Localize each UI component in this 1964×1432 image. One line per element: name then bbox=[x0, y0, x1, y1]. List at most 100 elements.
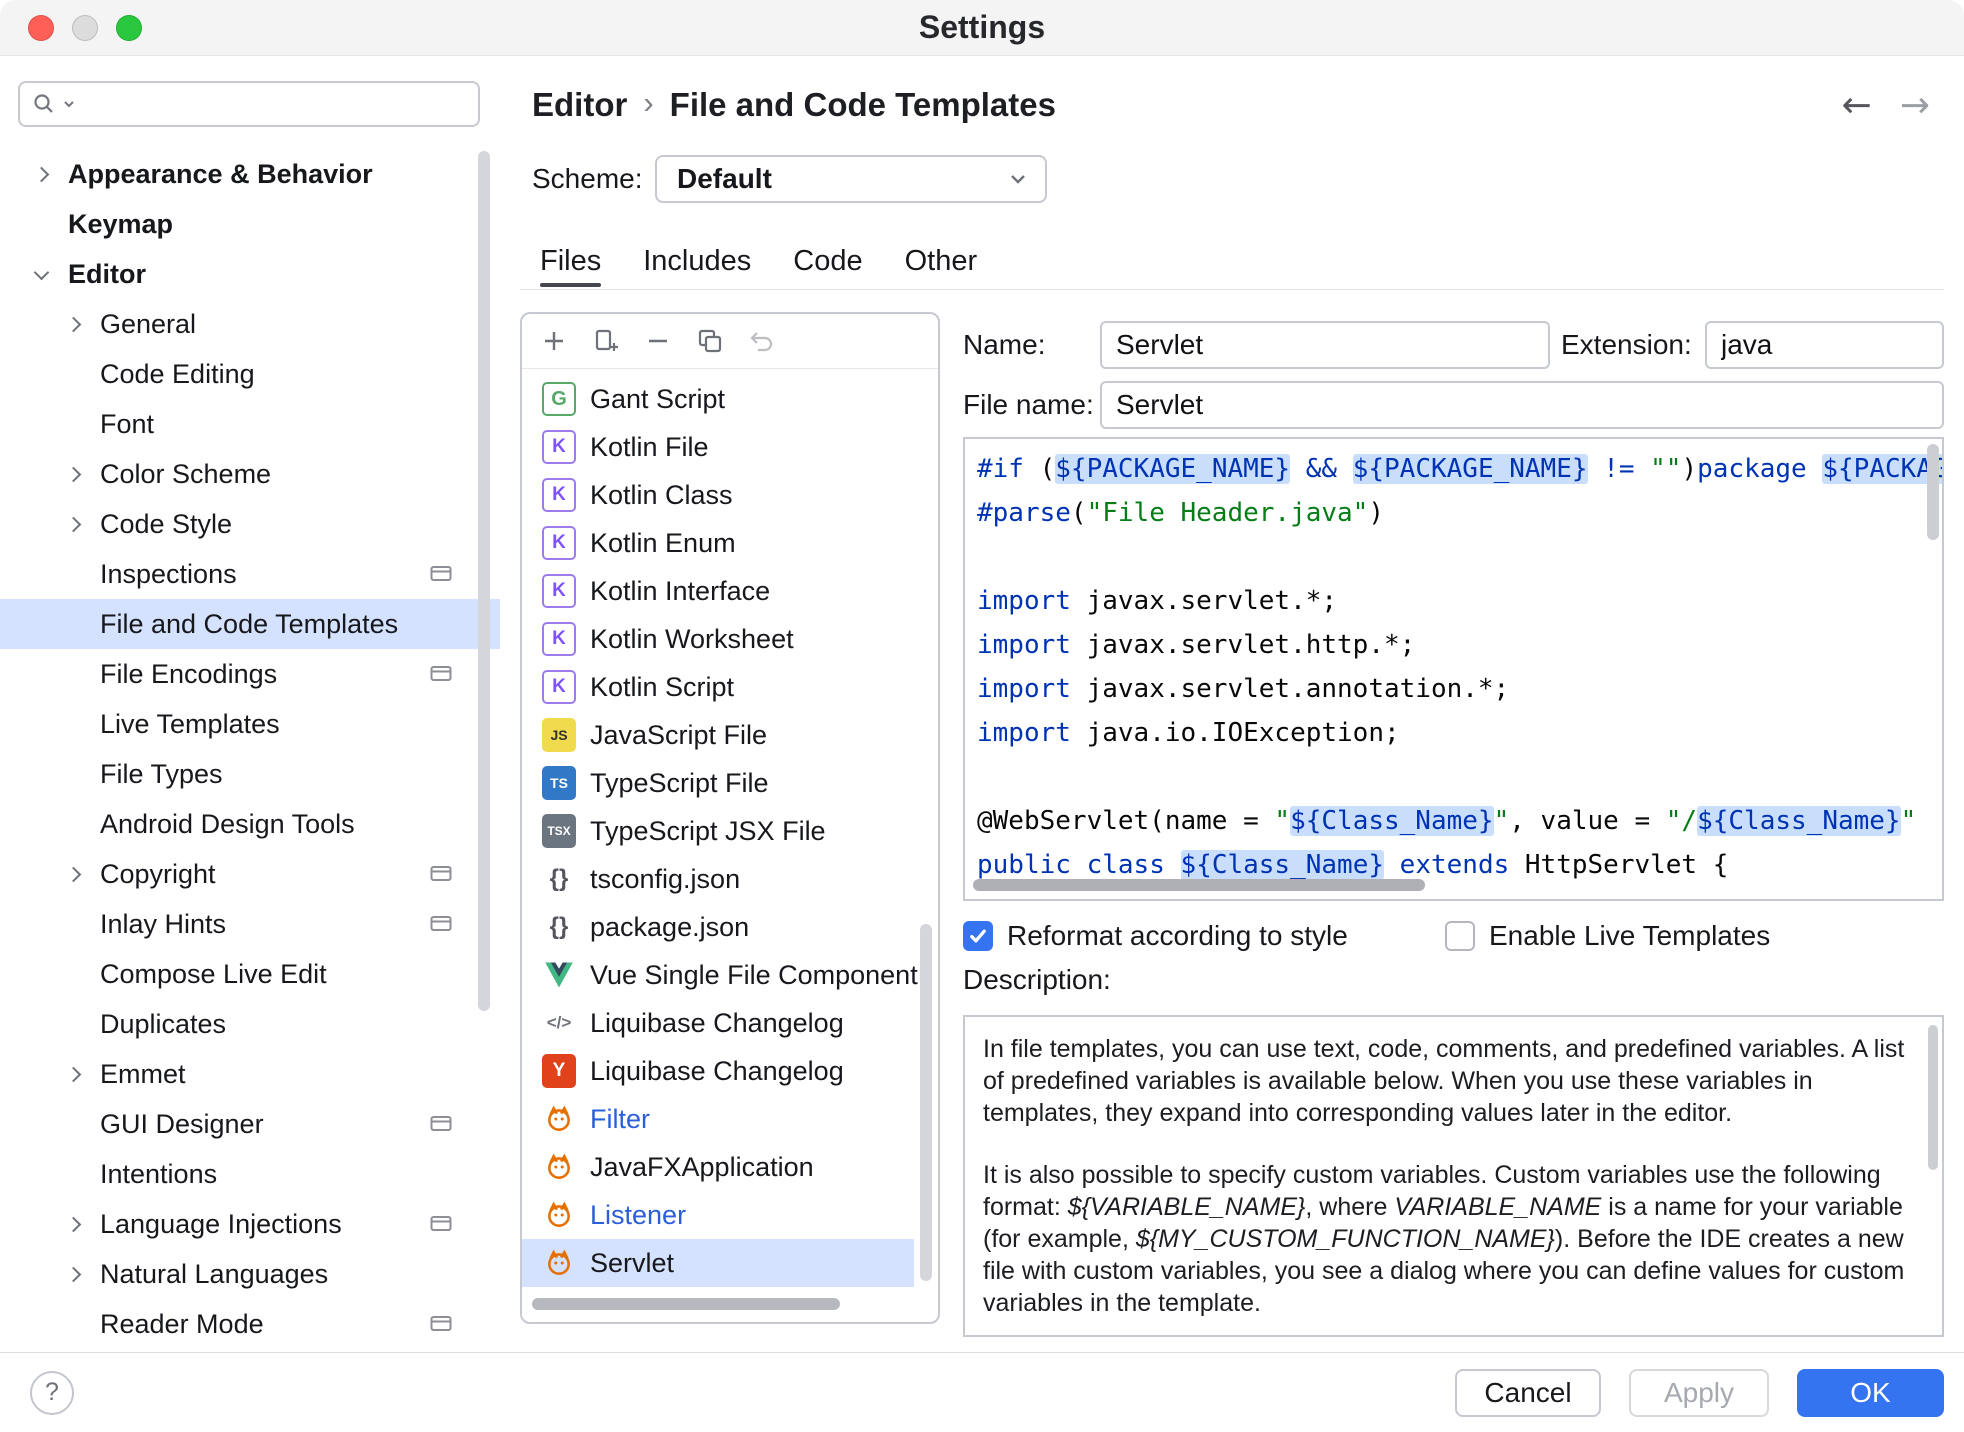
tab-code[interactable]: Code bbox=[793, 236, 862, 286]
breadcrumb-editor[interactable]: Editor bbox=[532, 86, 627, 124]
template-item-gant-script[interactable]: GGant Script bbox=[522, 375, 938, 423]
sidebar-item-file-encodings[interactable]: File Encodings bbox=[0, 649, 500, 699]
chevron-down-icon[interactable] bbox=[33, 264, 49, 280]
option-reformat-according-to-style[interactable]: Reformat according to style bbox=[963, 920, 1348, 952]
revert-template-button bbox=[744, 323, 780, 359]
chevron-right-icon[interactable] bbox=[65, 1066, 81, 1082]
cancel-button[interactable]: Cancel bbox=[1455, 1369, 1601, 1417]
sidebar-item-live-templates[interactable]: Live Templates bbox=[0, 699, 500, 749]
file-name-input[interactable] bbox=[1100, 381, 1944, 429]
template-item-listener[interactable]: Listener bbox=[522, 1191, 938, 1239]
zoom-button[interactable] bbox=[116, 15, 142, 41]
template-list-hscrollbar[interactable] bbox=[532, 1298, 840, 1310]
sidebar-item-gui-designer[interactable]: GUI Designer bbox=[0, 1099, 500, 1149]
sidebar-item-emmet[interactable]: Emmet bbox=[0, 1049, 500, 1099]
tab-files[interactable]: Files bbox=[540, 236, 601, 286]
sidebar-item-duplicates[interactable]: Duplicates bbox=[0, 999, 500, 1049]
chevron-right-icon[interactable] bbox=[65, 866, 81, 882]
sidebar-item-label: Copyright bbox=[100, 859, 216, 890]
chevron-right-icon[interactable] bbox=[65, 466, 81, 482]
template-item-filter[interactable]: Filter bbox=[522, 1095, 938, 1143]
editor-hscrollbar-thumb[interactable] bbox=[973, 879, 1425, 891]
xml-icon: </> bbox=[542, 1006, 576, 1040]
template-item-kotlin-class[interactable]: KKotlin Class bbox=[522, 471, 938, 519]
sidebar-item-code-editing[interactable]: Code Editing bbox=[0, 349, 500, 399]
template-list-vscrollbar[interactable] bbox=[920, 924, 932, 1281]
template-item-label: Kotlin Interface bbox=[590, 576, 770, 607]
sidebar-item-inlay-hints[interactable]: Inlay Hints bbox=[0, 899, 500, 949]
duplicate-template-button[interactable] bbox=[692, 323, 728, 359]
template-item-vue-single-file-component[interactable]: Vue Single File Component bbox=[522, 951, 938, 999]
editor-vscrollbar-thumb[interactable] bbox=[1927, 444, 1939, 540]
chevron-right-icon[interactable] bbox=[33, 166, 49, 182]
sidebar-item-appearance-behavior[interactable]: Appearance & Behavior bbox=[0, 149, 500, 199]
template-item-kotlin-script[interactable]: KKotlin Script bbox=[522, 663, 938, 711]
sidebar-item-android-design-tools[interactable]: Android Design Tools bbox=[0, 799, 500, 849]
help-button[interactable]: ? bbox=[30, 1371, 74, 1415]
code-lines: #if (${PACKAGE_NAME} && ${PACKAGE_NAME} … bbox=[965, 439, 1942, 887]
checkbox-checked-icon[interactable] bbox=[963, 921, 993, 951]
sidebar-item-editor[interactable]: Editor bbox=[0, 249, 500, 299]
chevron-right-icon[interactable] bbox=[65, 1266, 81, 1282]
template-item-kotlin-worksheet[interactable]: KKotlin Worksheet bbox=[522, 615, 938, 663]
template-item-javafxapplication[interactable]: JavaFXApplication bbox=[522, 1143, 938, 1191]
template-item-liquibase-changelog[interactable]: </>Liquibase Changelog bbox=[522, 999, 938, 1047]
description-scrollbar-thumb[interactable] bbox=[1928, 1025, 1938, 1170]
extension-input[interactable] bbox=[1705, 321, 1944, 369]
sidebar-item-font[interactable]: Font bbox=[0, 399, 500, 449]
sidebar-item-language-injections[interactable]: Language Injections bbox=[0, 1199, 500, 1249]
scheme-dropdown[interactable]: Default bbox=[655, 155, 1047, 203]
vue-icon bbox=[542, 958, 576, 992]
sidebar-item-intentions[interactable]: Intentions bbox=[0, 1149, 500, 1199]
sidebar-scrollbar[interactable] bbox=[478, 151, 490, 1011]
sidebar-item-inspections[interactable]: Inspections bbox=[0, 549, 500, 599]
ok-button[interactable]: OK bbox=[1797, 1369, 1944, 1417]
template-item-typescript-jsx-file[interactable]: TSXTypeScript JSX File bbox=[522, 807, 938, 855]
template-item-tsconfig-json[interactable]: {}tsconfig.json bbox=[522, 855, 938, 903]
sidebar-item-keymap[interactable]: Keymap bbox=[0, 199, 500, 249]
sidebar-item-label: File Types bbox=[100, 759, 223, 790]
template-item-label: Kotlin Worksheet bbox=[590, 624, 794, 655]
template-item-javascript-file[interactable]: JSJavaScript File bbox=[522, 711, 938, 759]
template-item-kotlin-interface[interactable]: KKotlin Interface bbox=[522, 567, 938, 615]
option-enable-live-templates[interactable]: Enable Live Templates bbox=[1445, 920, 1770, 952]
tab-other[interactable]: Other bbox=[905, 236, 978, 286]
template-item-typescript-file[interactable]: TSTypeScript File bbox=[522, 759, 938, 807]
chevron-right-icon[interactable] bbox=[65, 516, 81, 532]
code-line: #if (${PACKAGE_NAME} && ${PACKAGE_NAME} … bbox=[977, 447, 1942, 491]
template-item-package-json[interactable]: {}package.json bbox=[522, 903, 938, 951]
sidebar-item-general[interactable]: General bbox=[0, 299, 500, 349]
template-item-kotlin-enum[interactable]: KKotlin Enum bbox=[522, 519, 938, 567]
settings-search-input[interactable] bbox=[82, 89, 466, 120]
search-history-chevron-icon[interactable] bbox=[62, 97, 76, 111]
close-button[interactable] bbox=[28, 15, 54, 41]
template-item-kotlin-file[interactable]: KKotlin File bbox=[522, 423, 938, 471]
search-field[interactable] bbox=[18, 81, 480, 127]
template-item-liquibase-changelog[interactable]: YLiquibase Changelog bbox=[522, 1047, 938, 1095]
sidebar-item-code-style[interactable]: Code Style bbox=[0, 499, 500, 549]
add-template-button[interactable] bbox=[536, 323, 572, 359]
template-item-servlet[interactable]: Servlet bbox=[522, 1239, 914, 1287]
chevron-right-icon[interactable] bbox=[65, 316, 81, 332]
sidebar-item-reader-mode[interactable]: Reader Mode bbox=[0, 1299, 500, 1349]
scope-indicator-icon bbox=[430, 1315, 452, 1333]
sidebar-item-compose-live-edit[interactable]: Compose Live Edit bbox=[0, 949, 500, 999]
code-line: import java.io.IOException; bbox=[977, 711, 1942, 755]
remove-template-button[interactable] bbox=[640, 323, 676, 359]
sidebar-item-file-types[interactable]: File Types bbox=[0, 749, 500, 799]
tab-includes[interactable]: Includes bbox=[643, 236, 751, 286]
sidebar-item-file-and-code-templates[interactable]: File and Code Templates bbox=[0, 599, 500, 649]
template-code-editor[interactable]: #if (${PACKAGE_NAME} && ${PACKAGE_NAME} … bbox=[963, 437, 1944, 901]
sidebar-scrollbar-thumb[interactable] bbox=[478, 151, 490, 1011]
checkbox-unchecked-icon[interactable] bbox=[1445, 921, 1475, 951]
sidebar-item-color-scheme[interactable]: Color Scheme bbox=[0, 449, 500, 499]
apply-button: Apply bbox=[1629, 1369, 1769, 1417]
back-arrow-icon[interactable]: ← bbox=[1842, 85, 1872, 126]
forward-arrow-icon[interactable]: → bbox=[1900, 85, 1930, 126]
chevron-slot bbox=[60, 711, 86, 737]
name-input[interactable] bbox=[1100, 321, 1550, 369]
sidebar-item-natural-languages[interactable]: Natural Languages bbox=[0, 1249, 500, 1299]
chevron-right-icon[interactable] bbox=[65, 1216, 81, 1232]
sidebar-item-copyright[interactable]: Copyright bbox=[0, 849, 500, 899]
copy-template-button[interactable] bbox=[588, 323, 624, 359]
